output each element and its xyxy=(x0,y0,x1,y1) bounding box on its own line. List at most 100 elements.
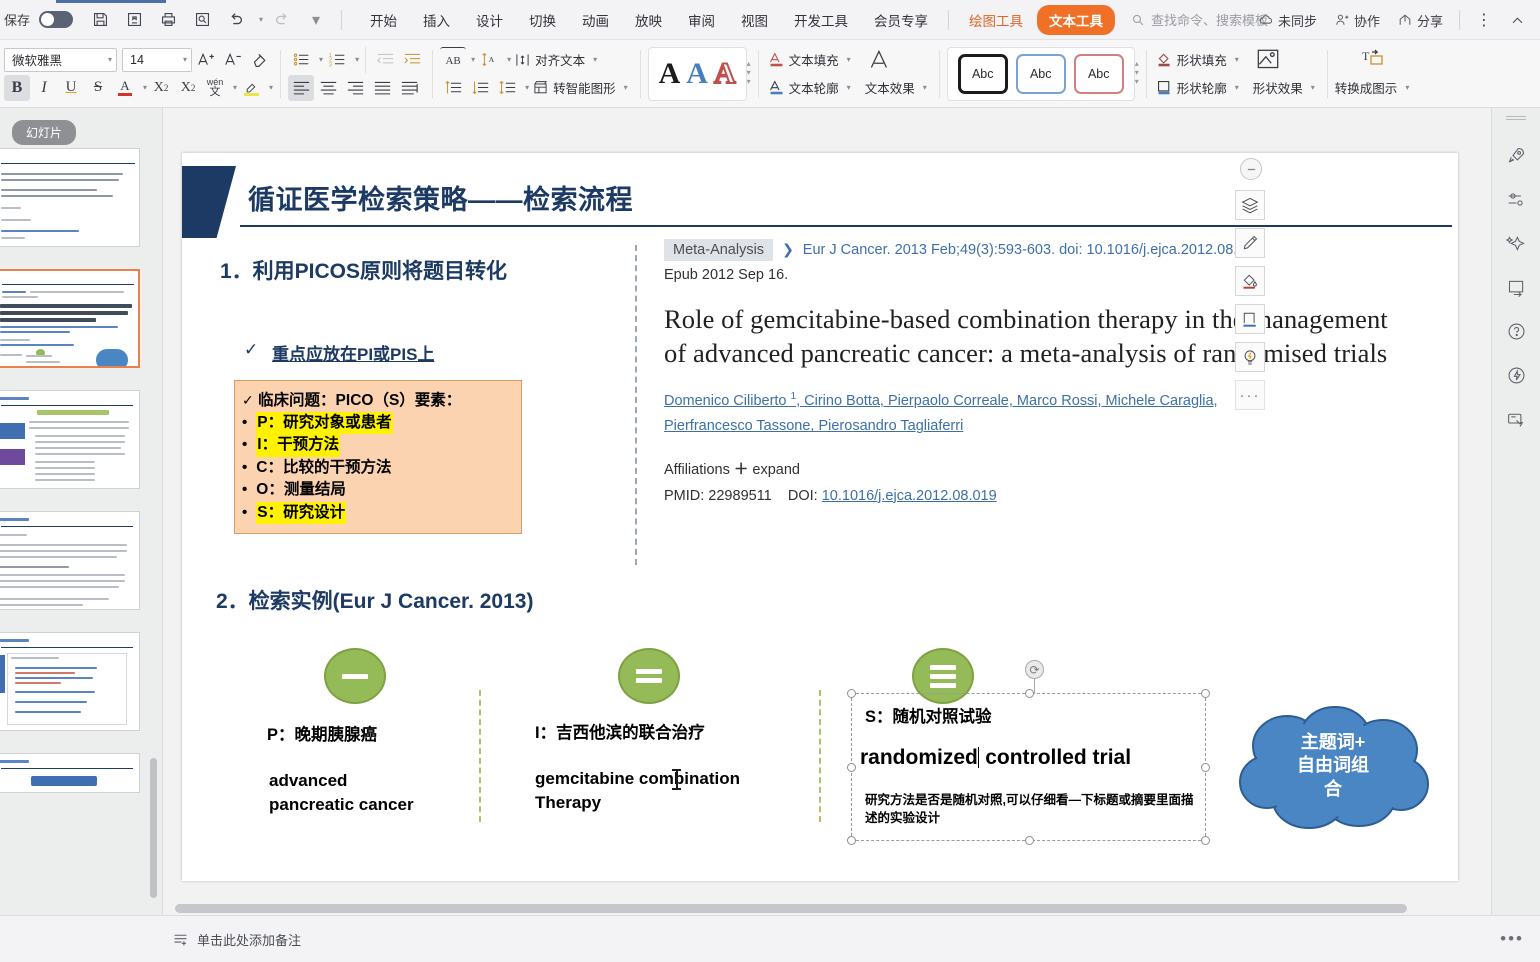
bullets-dropdown-caret[interactable]: ▾ xyxy=(319,55,323,64)
menu-slideshow[interactable]: 放映 xyxy=(623,5,674,35)
wordart-style-2[interactable]: A xyxy=(686,58,708,89)
column-2-body[interactable]: gemcitabine combination Therapy xyxy=(535,767,740,815)
line-spacing-icon[interactable] xyxy=(494,75,520,101)
text-direction-icon[interactable]: A xyxy=(476,47,502,73)
doi-value[interactable]: 10.1016/j.ejca.2012.08.019 xyxy=(822,488,997,504)
text-fill-button[interactable]: 文本填充 ▾ xyxy=(766,47,856,73)
pico-callout-box[interactable]: ✓ 临床问题：PICO（S）要素： • P：研究对象或患者 • I：干预方法 • C：… xyxy=(234,380,522,535)
numbering-dropdown-caret[interactable]: ▾ xyxy=(355,55,359,64)
customize-qat-icon[interactable]: ▾ xyxy=(301,6,331,34)
menu-view[interactable]: 视图 xyxy=(729,5,780,35)
page-title[interactable]: 循证医学检索策略——检索流程 xyxy=(248,178,633,217)
shape-style-2[interactable]: Abc xyxy=(1015,53,1066,94)
rotate-handle[interactable]: ⟳ xyxy=(1025,660,1044,679)
redo-icon[interactable] xyxy=(267,6,297,34)
character-spacing-caret[interactable]: ▾ xyxy=(471,55,475,64)
italic-icon[interactable]: I xyxy=(31,75,57,101)
shape-gallery-expand[interactable]: ▴ ▾ ▾ xyxy=(1135,59,1139,86)
bold-icon[interactable]: B xyxy=(4,74,30,101)
list-item[interactable] xyxy=(0,390,140,489)
wordart-style-3[interactable]: A xyxy=(713,57,737,89)
shape-outline-button[interactable]: 形状轮廓 ▾ xyxy=(1154,75,1244,101)
slide-surface[interactable]: 循证医学检索策略——检索流程 1．利用PICOS原则将题目转化 ✓ 重点应放在P… xyxy=(182,153,1458,881)
resize-handle-w[interactable] xyxy=(847,763,856,772)
space-before-icon[interactable] xyxy=(440,75,466,101)
shape-style-1[interactable]: Abc xyxy=(957,53,1008,94)
resize-handle-ne[interactable] xyxy=(1201,689,1210,698)
resize-handle-e[interactable] xyxy=(1201,763,1210,772)
rail-item-replace[interactable] xyxy=(1499,272,1533,302)
text-outline-button[interactable]: 文本轮廓 ▾ xyxy=(766,75,856,101)
print-icon[interactable] xyxy=(153,6,183,34)
more-horizontal-icon[interactable]: ••• xyxy=(1500,929,1524,949)
panel-scrollbar-thumb[interactable] xyxy=(150,758,157,898)
wordart-gallery-expand[interactable]: ▴ ▾ ▾ xyxy=(747,59,751,86)
expand-label[interactable]: expand xyxy=(752,462,800,478)
shrink-font-icon[interactable] xyxy=(220,47,246,73)
pubmed-citation[interactable]: Eur J Cancer. 2013 Feb;49(3):593-603. do… xyxy=(803,239,1266,262)
rail-item-effects[interactable] xyxy=(1499,228,1533,258)
undo-dropdown-caret[interactable]: ▾ xyxy=(259,15,263,24)
highlight-icon[interactable] xyxy=(238,75,264,101)
font-size-combobox[interactable]: 14 ▾ xyxy=(122,47,192,72)
rail-item-help[interactable] xyxy=(1499,316,1533,346)
align-right-icon[interactable] xyxy=(342,75,368,101)
highlight-dropdown-caret[interactable]: ▾ xyxy=(269,83,273,92)
format-brush-button[interactable] xyxy=(1235,228,1265,258)
decrease-indent-icon[interactable] xyxy=(372,47,398,73)
menu-design[interactable]: 设计 xyxy=(464,5,515,35)
cloud-callout-shape[interactable]: 主题词+ 自由词组 合 xyxy=(1235,702,1431,830)
minus-button[interactable] xyxy=(1240,158,1262,180)
clear-format-icon[interactable] xyxy=(247,47,273,73)
smart-suggest-button[interactable] xyxy=(1235,342,1265,372)
badge-one-bar[interactable] xyxy=(324,648,386,704)
rail-item-screenshot[interactable] xyxy=(1499,404,1533,434)
thumbnail-list[interactable] xyxy=(0,148,162,962)
menu-review[interactable]: 审阅 xyxy=(676,5,727,35)
more-vertical-icon[interactable]: ⋮ xyxy=(1469,6,1499,34)
wordart-gallery[interactable]: A A A xyxy=(647,46,747,101)
list-item[interactable] xyxy=(0,511,140,610)
rail-item-idea[interactable] xyxy=(1499,360,1533,390)
space-after-icon[interactable] xyxy=(467,75,493,101)
align-left-icon[interactable] xyxy=(288,74,315,101)
save-as-icon[interactable] xyxy=(119,6,149,34)
fill-color-button[interactable] xyxy=(1235,266,1265,296)
shape-outline-button[interactable] xyxy=(1235,304,1265,334)
column-1-body[interactable]: advanced pancreatic cancer xyxy=(269,769,414,817)
font-color-dropdown-caret[interactable]: ▾ xyxy=(143,83,147,92)
horizontal-scrollbar-thumb[interactable] xyxy=(175,904,1407,913)
numbering-icon[interactable]: 1 2 3 xyxy=(324,47,350,73)
notes-placeholder-row[interactable]: 单击此处添加备注 xyxy=(172,930,301,949)
menu-start[interactable]: 开始 xyxy=(358,5,409,35)
convert-to-smartart-button[interactable]: 转智能图形 ▾ xyxy=(530,75,633,101)
text-direction-caret[interactable]: ▾ xyxy=(507,55,511,64)
share-button[interactable]: 分享 xyxy=(1390,6,1450,35)
align-text-button[interactable]: 对齐文本 ▾ xyxy=(512,47,602,73)
heading-1[interactable]: 1．利用PICOS原则将题目转化 xyxy=(220,255,507,285)
superscript-icon[interactable]: X2 xyxy=(148,75,174,101)
badge-two-bar[interactable] xyxy=(618,648,680,704)
selected-textbox[interactable]: ⟳ S：随机对照试验 randomized controlled trial 研… xyxy=(847,660,1210,845)
pubmed-affiliations-row[interactable]: Affiliations ＋ expand xyxy=(664,458,1404,479)
font-color-icon[interactable]: A xyxy=(112,75,138,101)
shape-fill-button[interactable]: 形状填充 ▾ xyxy=(1154,47,1244,73)
collaborate-button[interactable]: 协作 xyxy=(1327,6,1387,35)
layers-button[interactable] xyxy=(1235,190,1265,220)
underline-icon[interactable]: U xyxy=(58,75,84,101)
resize-handle-nw[interactable] xyxy=(847,689,856,698)
pubmed-authors-line1[interactable]: Domenico Ciliberto 1, Cirino Botta, Pier… xyxy=(664,391,1218,409)
pubmed-authors-line2[interactable]: Pierfrancesco Tassone, Pierosandro Tagli… xyxy=(664,418,963,434)
char-shading-icon[interactable]: wén 文 xyxy=(202,75,228,101)
resize-handle-n[interactable] xyxy=(1025,689,1034,698)
tab-text-tools[interactable]: 文本工具 xyxy=(1037,4,1116,35)
undo-icon[interactable] xyxy=(221,6,251,34)
chevron-up-icon[interactable] xyxy=(1502,6,1532,34)
wordart-style-1[interactable]: A xyxy=(659,58,681,89)
subscript-icon[interactable]: X2 xyxy=(175,75,201,101)
justify-icon[interactable] xyxy=(369,75,395,101)
convert-to-icon-button[interactable]: 转换成图示 ▾ xyxy=(1335,74,1410,100)
char-shading-dropdown-caret[interactable]: ▾ xyxy=(233,83,237,92)
print-preview-icon[interactable] xyxy=(187,6,217,34)
menu-animation[interactable]: 动画 xyxy=(570,5,621,35)
